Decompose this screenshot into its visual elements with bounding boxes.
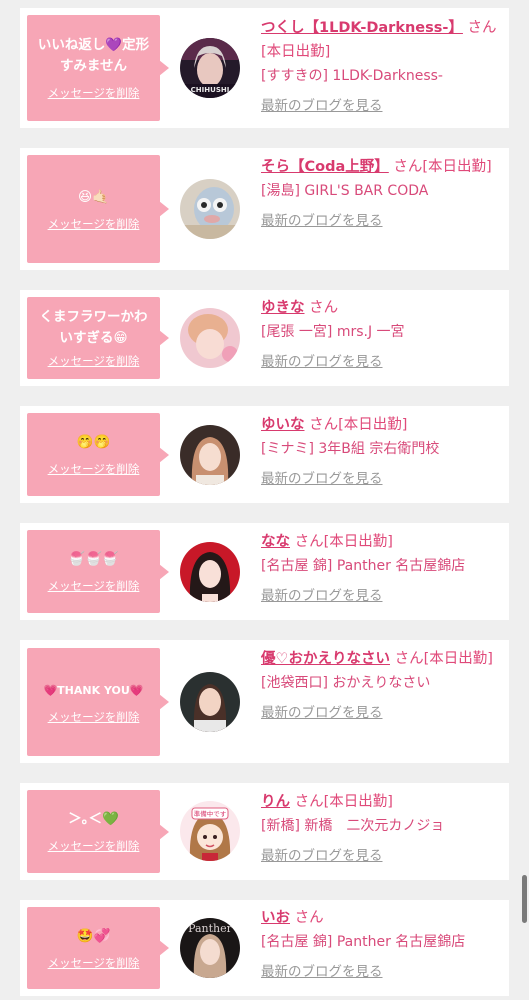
message-bubble: ＞｡＜💚 メッセージを削除 [27,790,169,873]
avatar-caption: Panther [188,922,233,935]
cast-status: さん[本日出勤] [290,794,393,810]
latest-blog-link[interactable]: 最新のブログを見る [261,467,383,487]
shop-name: [すすきの] 1LDK-Darkness- [261,68,443,84]
latest-blog-link[interactable]: 最新のブログを見る [261,350,383,370]
delete-message-link[interactable]: メッセージを削除 [48,709,140,725]
list-item: 🤩💞 メッセージを削除 Panther いお さん [名古屋 錦] Panthe… [20,900,509,996]
cast-name-link[interactable]: なな [261,534,290,550]
shop-name: [名古屋 錦] Panther 名古屋錦店 [261,934,466,950]
latest-blog-link[interactable]: 最新のブログを見る [261,701,383,721]
scrollbar[interactable] [522,875,527,923]
cast-name-link[interactable]: いお [261,910,290,926]
avatar[interactable]: CHIHUSHI [180,38,240,98]
latest-blog-link[interactable]: 最新のブログを見る [261,584,383,604]
list-item: 💗THANK YOU💗 メッセージを削除 優♡おかえりなさい さん[本日出勤] … [20,640,509,763]
message-text: くまフラワーかわいすぎる😁 [39,309,148,346]
list-item: くまフラワーかわいすぎる😁 メッセージを削除 ゆきな さん [尾張 一宮] mr… [20,290,509,386]
cast-name-link[interactable]: ゆいな [261,417,305,433]
delete-message-link[interactable]: メッセージを削除 [48,461,140,477]
avatar[interactable] [180,425,240,485]
shop-name: [名古屋 錦] Panther 名古屋錦店 [261,558,466,574]
message-text: ＞｡＜💚 [68,811,119,827]
avatar-caption: CHIHUSHI [191,86,230,94]
list-item: いいね返し💜定形すみません メッセージを削除 CHIHUSHI つくし【1LDK… [20,8,509,128]
delete-message-link[interactable]: メッセージを削除 [48,838,140,854]
avatar[interactable] [180,179,240,239]
cast-status: さん[本日出勤] [290,534,393,550]
message-bubble: 😆🤙🏻 メッセージを削除 [27,155,169,263]
avatar[interactable] [180,542,240,602]
message-text: 🤩💞 [76,927,111,944]
avatar[interactable] [180,308,240,368]
shop-name: [ミナミ] 3年B組 宗右衛門校 [261,441,440,457]
message-text: 💗THANK YOU💗 [43,683,144,697]
cast-status: さん [290,910,324,926]
cast-status: さん[本日出勤] [304,417,408,433]
cast-name-link[interactable]: そら【Coda上野】 [261,159,389,175]
avatar[interactable] [180,672,240,732]
list-item: 😆🤙🏻 メッセージを削除 そら【Coda上野】 さん[本日出勤] [湯島] GI… [20,148,509,270]
shop-name: [尾張 一宮] mrs.J 一宮 [261,324,405,340]
message-bubble: くまフラワーかわいすぎる😁 メッセージを削除 [27,297,169,379]
cast-status: さん [304,300,339,316]
latest-blog-link[interactable]: 最新のブログを見る [261,94,383,114]
message-text: いいね返し💜定形すみません [37,37,150,74]
latest-blog-link[interactable]: 最新のブログを見る [261,960,383,980]
latest-blog-link[interactable]: 最新のブログを見る [261,844,383,864]
cast-name-link[interactable]: ゆきな [261,300,305,316]
message-bubble: 💗THANK YOU💗 メッセージを削除 [27,648,169,756]
message-bubble: 🤩💞 メッセージを削除 [27,907,169,989]
list-item: 🍧🍧🍧 メッセージを削除 なな さん[本日出勤] [名古屋 錦] Panther… [20,523,509,620]
delete-message-link[interactable]: メッセージを削除 [48,578,140,594]
message-bubble: 🍧🍧🍧 メッセージを削除 [27,530,169,613]
delete-message-link[interactable]: メッセージを削除 [48,85,140,101]
shop-name: [新橋] 新橋 二次元カノジョ [261,818,445,834]
cast-name-link[interactable]: つくし【1LDK-Darkness-】 [261,20,463,36]
cast-name-link[interactable]: りん [261,794,290,810]
list-item: 🤭🤭 メッセージを削除 ゆいな さん[本日出勤] [ミナミ] 3年B組 宗右衛門… [20,406,509,503]
list-item: ＞｡＜💚 メッセージを削除 準備中です りん さん[本日出勤] [新橋] 新橋 … [20,783,509,880]
message-bubble: 🤭🤭 メッセージを削除 [27,413,169,496]
avatar-caption: 準備中です [194,809,227,818]
latest-blog-link[interactable]: 最新のブログを見る [261,209,383,229]
cast-status: さん[本日出勤] [388,159,492,175]
message-text: 😆🤙🏻 [78,188,109,205]
delete-message-link[interactable]: メッセージを削除 [48,353,140,369]
cast-name-link[interactable]: 優♡おかえりなさい [261,651,390,667]
delete-message-link[interactable]: メッセージを削除 [48,955,140,971]
message-text: 🤭🤭 [76,434,111,450]
shop-name: [湯島] GIRL'S BAR CODA [261,183,429,199]
avatar[interactable]: 準備中です [180,801,240,861]
avatar[interactable]: Panther [180,918,240,978]
message-text: 🍧🍧🍧 [68,551,119,567]
delete-message-link[interactable]: メッセージを削除 [48,216,140,232]
shop-name: [池袋西口] おかえりなさい [261,675,431,691]
cast-status: さん[本日出勤] [390,651,493,667]
message-bubble: いいね返し💜定形すみません メッセージを削除 [27,15,169,121]
